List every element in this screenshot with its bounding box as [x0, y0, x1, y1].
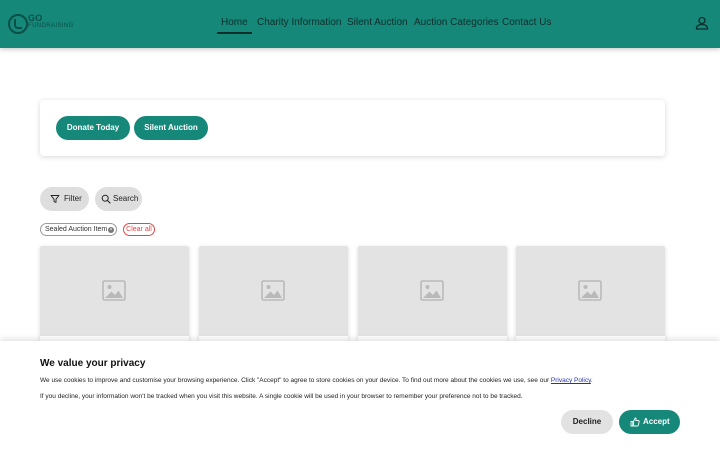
- item-image-placeholder: [516, 246, 665, 336]
- item-image-placeholder: [40, 246, 189, 336]
- donate-today-button[interactable]: Donate Today: [56, 116, 130, 140]
- nav-charity-information[interactable]: Charity Information: [257, 17, 341, 28]
- call-to-action-card: Donate Today Silent Auction: [40, 100, 665, 156]
- auction-item-card[interactable]: [199, 246, 348, 356]
- search-label: Search: [113, 194, 139, 203]
- nav-home[interactable]: Home: [217, 17, 252, 34]
- filter-label: Filter: [64, 194, 82, 203]
- auction-item-card[interactable]: [358, 246, 507, 356]
- nav-contact-us[interactable]: Contact Us: [502, 17, 551, 28]
- image-placeholder-icon: [102, 280, 126, 301]
- filter-tag-sealed-auction-item[interactable]: Sealed Auction Item ×: [40, 223, 117, 236]
- site-header: GO FUNDRAISING Home Charity Information …: [0, 0, 720, 48]
- clear-all-filters-button[interactable]: Clear all: [123, 223, 155, 236]
- cookie-description: We use cookies to improve and customise …: [40, 377, 593, 384]
- auction-item-card[interactable]: [516, 246, 665, 356]
- image-placeholder-icon: [261, 280, 285, 301]
- cookie-description-end: .: [590, 377, 593, 384]
- filter-icon: [50, 195, 60, 203]
- nav-auction-categories[interactable]: Auction Categories: [414, 17, 499, 28]
- image-placeholder-icon: [420, 280, 444, 301]
- filter-button[interactable]: Filter: [40, 187, 89, 211]
- privacy-policy-link[interactable]: Privacy Policy: [551, 377, 591, 384]
- auction-item-card[interactable]: [40, 246, 189, 356]
- silent-auction-button[interactable]: Silent Auction: [134, 116, 208, 140]
- main-nav: Home Charity Information Silent Auction …: [0, 0, 720, 48]
- search-icon: [101, 194, 111, 204]
- search-button[interactable]: Search: [95, 187, 142, 211]
- cookie-description-text: We use cookies to improve and customise …: [40, 377, 551, 384]
- thumbs-up-icon: [630, 417, 640, 427]
- decline-button[interactable]: Decline: [561, 410, 613, 434]
- accept-button[interactable]: Accept: [619, 410, 680, 434]
- item-image-placeholder: [199, 246, 348, 336]
- cookie-title: We value your privacy: [40, 358, 146, 369]
- item-image-placeholder: [358, 246, 507, 336]
- cookie-decline-note: If you decline, your information won't b…: [40, 393, 523, 400]
- remove-tag-icon[interactable]: ×: [108, 227, 114, 233]
- filter-tag-label: Sealed Auction Item: [45, 226, 108, 233]
- nav-silent-auction[interactable]: Silent Auction: [347, 17, 408, 28]
- image-placeholder-icon: [578, 280, 602, 301]
- cookie-consent-banner: We value your privacy We use cookies to …: [0, 341, 720, 450]
- user-icon[interactable]: [695, 16, 709, 30]
- accept-label: Accept: [643, 417, 670, 426]
